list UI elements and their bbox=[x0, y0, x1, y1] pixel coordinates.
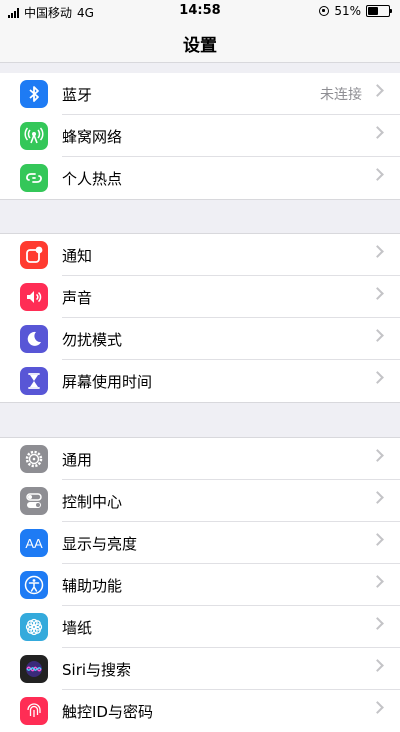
battery-icon bbox=[366, 5, 392, 17]
settings-row-bluetooth[interactable]: 蓝牙 未连接 bbox=[0, 73, 400, 115]
settings-row-label: 墙纸 bbox=[62, 618, 93, 637]
svg-text:AA: AA bbox=[25, 536, 43, 551]
touch-id-icon bbox=[20, 697, 48, 725]
settings-row-touch-id[interactable]: 触控ID与密码 bbox=[0, 690, 400, 732]
settings-row-label: 控制中心 bbox=[62, 492, 123, 511]
settings-row-hotspot[interactable]: 个人热点 bbox=[0, 157, 400, 199]
settings-row-label: 勿扰模式 bbox=[62, 330, 123, 349]
settings-row-cellular[interactable]: 蜂窝网络 bbox=[0, 115, 400, 157]
status-bar: 中国移动 4G 14:58 51% bbox=[0, 0, 400, 22]
cellular-icon bbox=[20, 122, 48, 150]
control-center-icon bbox=[20, 487, 48, 515]
page-title: 设置 bbox=[183, 36, 217, 56]
siri-icon bbox=[20, 655, 48, 683]
settings-row-label: Siri与搜索 bbox=[62, 660, 132, 679]
chevron-right-icon bbox=[371, 491, 384, 504]
chevron-right-icon bbox=[371, 575, 384, 588]
navigation-bar: 设置 bbox=[0, 22, 400, 63]
settings-row-general[interactable]: 通用 bbox=[0, 438, 400, 480]
orientation-lock-icon bbox=[319, 6, 330, 16]
settings-row-label: 屏幕使用时间 bbox=[62, 372, 153, 391]
chevron-right-icon bbox=[371, 245, 384, 258]
chevron-right-icon bbox=[371, 371, 384, 384]
chevron-right-icon bbox=[371, 617, 384, 630]
wallpaper-icon bbox=[20, 613, 48, 641]
settings-row-siri[interactable]: Siri与搜索 bbox=[0, 648, 400, 690]
settings-row-label: 声音 bbox=[62, 288, 93, 307]
chevron-right-icon bbox=[371, 533, 384, 546]
bluetooth-icon bbox=[20, 80, 48, 108]
chevron-right-icon bbox=[371, 449, 384, 462]
chevron-right-icon bbox=[371, 659, 384, 672]
chevron-right-icon bbox=[371, 168, 384, 181]
settings-row-label: 通知 bbox=[62, 246, 93, 265]
notification-icon bbox=[20, 241, 48, 269]
settings-row-label: 通用 bbox=[62, 450, 93, 469]
settings-row-do-not-disturb[interactable]: 勿扰模式 bbox=[0, 318, 400, 360]
settings-row-label: 蓝牙 bbox=[62, 85, 93, 104]
settings-row-label: 蜂窝网络 bbox=[62, 127, 123, 146]
settings-row-notifications[interactable]: 通知 bbox=[0, 234, 400, 276]
settings-row-screen-time[interactable]: 屏幕使用时间 bbox=[0, 360, 400, 402]
battery-percent: 51% bbox=[334, 4, 361, 18]
chevron-right-icon bbox=[371, 329, 384, 342]
settings-row-display[interactable]: AA 显示与亮度 bbox=[0, 522, 400, 564]
settings-row-wallpaper[interactable]: 墙纸 bbox=[0, 606, 400, 648]
settings-row-label: 触控ID与密码 bbox=[62, 702, 153, 721]
chevron-right-icon bbox=[371, 287, 384, 300]
accessibility-icon bbox=[20, 571, 48, 599]
moon-icon bbox=[20, 325, 48, 353]
hourglass-icon bbox=[20, 367, 48, 395]
settings-row-value: 未连接 bbox=[320, 87, 362, 103]
settings-group-general: 通用 控制中心 AA 显示与亮度 辅助功能 墙纸 Siri与搜索 触控ID与密码 bbox=[0, 437, 400, 732]
settings-row-accessibility[interactable]: 辅助功能 bbox=[0, 564, 400, 606]
chevron-right-icon bbox=[371, 126, 384, 139]
display-icon: AA bbox=[20, 529, 48, 557]
settings-group-notifications: 通知 声音 勿扰模式 屏幕使用时间 bbox=[0, 233, 400, 403]
settings-row-label: 个人热点 bbox=[62, 169, 123, 188]
sound-icon bbox=[20, 283, 48, 311]
hotspot-icon bbox=[20, 164, 48, 192]
settings-group-connectivity: 蓝牙 未连接 蜂窝网络 个人热点 bbox=[0, 73, 400, 200]
settings-row-sounds[interactable]: 声音 bbox=[0, 276, 400, 318]
settings-row-label: 显示与亮度 bbox=[62, 534, 138, 553]
settings-row-control-center[interactable]: 控制中心 bbox=[0, 480, 400, 522]
settings-row-label: 辅助功能 bbox=[62, 576, 123, 595]
chevron-right-icon bbox=[371, 84, 384, 97]
gear-icon bbox=[20, 445, 48, 473]
chevron-right-icon bbox=[371, 701, 384, 714]
